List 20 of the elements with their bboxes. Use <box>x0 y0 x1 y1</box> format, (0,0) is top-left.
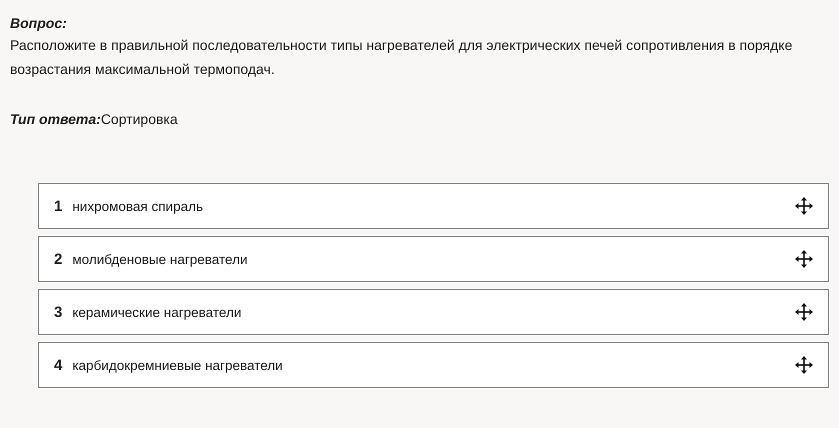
answer-type-value: Сортировка <box>100 111 178 127</box>
sortable-item[interactable]: 3 керамические нагреватели <box>38 289 829 335</box>
item-text: карбидокремниевые нагреватели <box>72 358 284 372</box>
item-text: молибденовые нагреватели <box>72 252 249 266</box>
item-number: 3 <box>54 304 62 320</box>
sortable-item[interactable]: 4 карбидокремниевые нагреватели <box>38 342 829 388</box>
item-text: нихромовая спираль <box>72 198 204 214</box>
move-icon[interactable] <box>794 355 814 375</box>
sortable-item[interactable]: 1 нихромовая спираль <box>38 183 829 229</box>
item-number: 2 <box>54 250 62 268</box>
question-text: Расположите в правильной последовательности типы нагревателей для электрических печей сопротивления в порядке возрастания максимальной термоподач. <box>10 36 794 79</box>
answer-type-label: Тип ответа: <box>10 111 101 127</box>
move-icon[interactable] <box>794 249 814 269</box>
move-icon[interactable] <box>794 196 814 216</box>
question-label: Вопрос: <box>10 15 68 31</box>
move-icon[interactable] <box>794 302 814 322</box>
item-number: 1 <box>54 198 62 214</box>
item-number: 4 <box>54 356 62 374</box>
item-text: керамические нагреватели <box>72 304 242 320</box>
sortable-item[interactable]: 2 молибденовые нагреватели <box>38 236 829 282</box>
